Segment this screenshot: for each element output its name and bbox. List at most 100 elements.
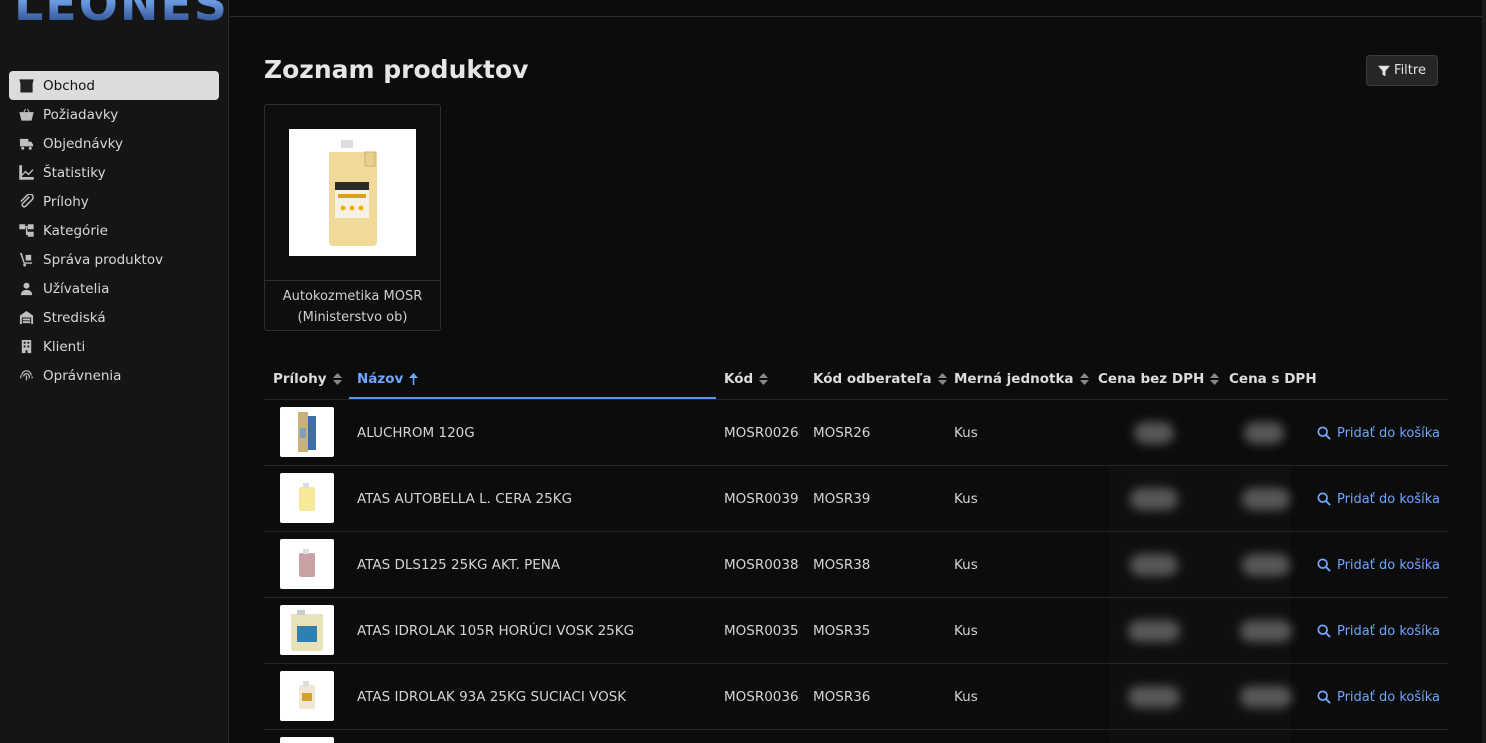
search-icon — [1317, 690, 1331, 704]
price-gross-blurred — [1240, 664, 1292, 730]
column-header-code[interactable]: Kód — [724, 360, 769, 397]
warehouse-icon — [17, 309, 35, 327]
sidebar-item-obchod[interactable]: Obchod — [9, 71, 219, 100]
truck-icon — [17, 135, 35, 153]
product-thumbnail[interactable] — [280, 473, 334, 523]
sort-ascending-icon — [409, 372, 419, 385]
column-header-price-net[interactable]: Cena bez DPH — [1098, 360, 1220, 397]
sidebar-item-label: Oprávnenia — [43, 367, 122, 384]
sidebar-item-label: Správa produktov — [43, 251, 164, 268]
dolly-icon — [17, 251, 35, 269]
product-thumbnail[interactable] — [280, 671, 334, 721]
table-row: ATAS AUTOBELLA L. CERA 25KG MOSR0039 MOS… — [264, 465, 1448, 531]
product-code: MOSR0038 — [724, 557, 799, 573]
sidebar-item-kategorie[interactable]: Kategórie — [9, 216, 219, 245]
add-to-cart-link[interactable]: Pridať do košíka — [1317, 664, 1440, 730]
price-net-blurred — [1128, 664, 1180, 730]
table-row: ATAS IDROLAK 105R HORÚCI VOSK 25KG MOSR0… — [264, 597, 1448, 663]
sitemap-icon — [17, 222, 35, 240]
sidebar-item-uzivatelia[interactable]: Užívatelia — [9, 274, 219, 303]
sidebar-item-statistiky[interactable]: Štatistiky — [9, 158, 219, 187]
product-thumbnail[interactable] — [280, 737, 334, 743]
table-row-partial — [264, 729, 1448, 743]
sidebar-item-klienti[interactable]: Klienti — [9, 332, 219, 361]
column-header-price-gross[interactable]: Cena s DPH — [1229, 360, 1317, 397]
sort-icon — [1079, 372, 1089, 385]
product-thumbnail[interactable] — [280, 605, 334, 655]
column-header-attachments[interactable]: Prílohy — [273, 360, 342, 397]
sidebar-item-label: Kategórie — [43, 222, 108, 239]
unit: Kus — [954, 425, 978, 441]
unit: Kus — [954, 689, 978, 705]
sidebar-item-prilohy[interactable]: Prílohy — [9, 187, 219, 216]
search-icon — [1317, 624, 1331, 638]
search-icon — [1317, 426, 1331, 440]
category-name: Autokozmetika MOSR (Ministerstvo ob) — [282, 289, 423, 325]
customer-code: MOSR38 — [813, 557, 871, 573]
price-gross-blurred — [1242, 466, 1290, 532]
sidebar-item-poziadavky[interactable]: Požiadavky — [9, 100, 219, 129]
filter-button[interactable]: Filtre — [1366, 55, 1438, 86]
sort-icon — [332, 372, 342, 385]
canister-image — [328, 139, 377, 246]
price-net-blurred — [1128, 598, 1180, 664]
product-name: ALUCHROM 120G — [357, 425, 475, 441]
table-row: ATAS IDROLAK 93A 25KG SUCIACI VOSK MOSR0… — [264, 663, 1448, 729]
add-to-cart-link[interactable]: Pridať do košíka — [1317, 598, 1440, 664]
unit: Kus — [954, 557, 978, 573]
add-to-cart-link[interactable]: Pridať do košíka — [1317, 466, 1440, 532]
sidebar-item-label: Obchod — [43, 77, 96, 94]
sidebar-item-objednavky[interactable]: Objednávky — [9, 129, 219, 158]
unit: Kus — [954, 491, 978, 507]
customer-code: MOSR35 — [813, 623, 871, 639]
sidebar: LEONESS Obchod Požiadavky Objednávky Šta… — [0, 0, 229, 743]
customer-code: MOSR26 — [813, 425, 871, 441]
sidebar-item-label: Štatistiky — [43, 164, 106, 181]
sidebar-item-sprava-produktov[interactable]: Správa produktov — [9, 245, 219, 274]
sidebar-item-label: Strediská — [43, 309, 106, 326]
table-row: ALUCHROM 120G MOSR0026 MOSR26 Kus Pridať… — [264, 399, 1448, 465]
sidebar-item-label: Klienti — [43, 338, 86, 355]
table-header: Prílohy Názov Kód Kód odberateľa Merná j… — [264, 360, 1448, 399]
logo[interactable]: LEONESS — [14, 0, 224, 30]
price-gross-blurred — [1242, 532, 1290, 598]
price-net-blurred — [1130, 532, 1178, 598]
category-card[interactable]: Autokozmetika MOSR (Ministerstvo ob) — [264, 104, 441, 331]
filter-icon — [1378, 65, 1391, 76]
store-icon — [17, 77, 35, 95]
product-code: MOSR0026 — [724, 425, 799, 441]
sort-icon — [1210, 372, 1220, 385]
sidebar-item-label: Prílohy — [43, 193, 89, 210]
building-icon — [17, 338, 35, 356]
sort-icon — [759, 372, 769, 385]
search-icon — [1317, 558, 1331, 572]
add-to-cart-link[interactable]: Pridať do košíka — [1317, 400, 1440, 466]
price-gross-blurred — [1244, 400, 1284, 466]
filter-button-label: Filtre — [1394, 63, 1426, 78]
sort-icon — [937, 372, 947, 385]
column-header-customer-code[interactable]: Kód odberateľa — [813, 360, 947, 397]
add-to-cart-link[interactable]: Pridať do košíka — [1317, 532, 1440, 598]
product-name: ATAS IDROLAK 93A 25KG SUCIACI VOSK — [357, 689, 627, 705]
fingerprint-icon — [17, 367, 35, 385]
column-header-name[interactable]: Názov — [357, 360, 419, 397]
price-net-blurred — [1130, 466, 1178, 532]
product-thumbnail[interactable] — [280, 407, 334, 457]
unit: Kus — [954, 623, 978, 639]
page-edge — [1482, 0, 1486, 743]
sidebar-item-strediska[interactable]: Strediská — [9, 303, 219, 332]
category-image — [289, 129, 416, 256]
sidebar-item-label: Požiadavky — [43, 106, 119, 123]
sidebar-item-opravnenia[interactable]: Oprávnenia — [9, 361, 219, 390]
table-row: ATAS DLS125 25KG AKT. PENA MOSR0038 MOSR… — [264, 531, 1448, 597]
sidebar-nav: Obchod Požiadavky Objednávky Štatistiky … — [9, 71, 219, 390]
column-header-unit[interactable]: Merná jednotka — [954, 360, 1089, 397]
product-code: MOSR0039 — [724, 491, 799, 507]
paperclip-icon — [17, 193, 35, 211]
product-name: ATAS IDROLAK 105R HORÚCI VOSK 25KG — [357, 623, 635, 639]
category-divider — [265, 280, 440, 281]
product-name: ATAS DLS125 25KG AKT. PENA — [357, 557, 561, 573]
product-thumbnail[interactable] — [280, 539, 334, 589]
header-divider — [230, 16, 1482, 17]
price-gross-blurred — [1240, 598, 1292, 664]
